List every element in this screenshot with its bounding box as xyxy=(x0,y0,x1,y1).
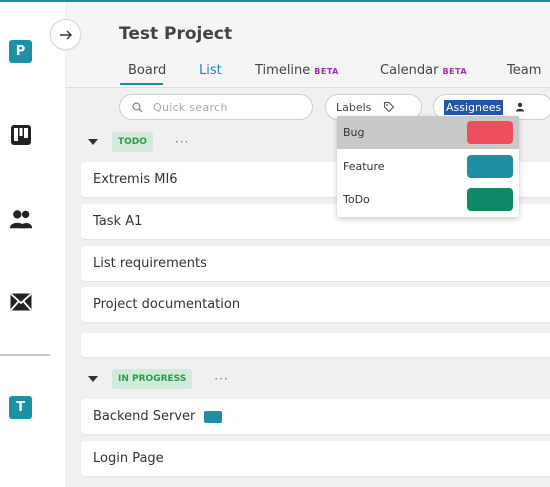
task-title: Project documentation xyxy=(93,297,241,312)
mail-icon[interactable] xyxy=(9,290,33,314)
label-color-swatch xyxy=(467,121,513,144)
task-card[interactable]: Login Page xyxy=(81,441,550,476)
beta-badge: BETA xyxy=(442,67,468,76)
rail-divider xyxy=(0,354,50,356)
tab-calendar[interactable]: Calendar BETA xyxy=(380,63,467,78)
status-badge: IN PROGRESS xyxy=(112,369,193,389)
search-icon xyxy=(132,101,143,112)
project-badge[interactable]: P xyxy=(9,40,32,63)
tab-team[interactable]: Team xyxy=(507,63,541,78)
task-title: Extremis MI6 xyxy=(93,172,178,187)
label-option-todo[interactable]: ToDo xyxy=(337,183,519,216)
task-card-empty[interactable] xyxy=(81,333,550,357)
label-option-feature[interactable]: Feature xyxy=(337,150,519,183)
page-title: Test Project xyxy=(119,24,233,44)
task-title: Login Page xyxy=(93,451,164,466)
task-title: List requirements xyxy=(93,256,207,271)
label-option-text: Feature xyxy=(343,160,385,173)
assignees-filter-label: Assignees xyxy=(444,99,504,115)
labels-dropdown: Bug Feature ToDo xyxy=(337,116,519,217)
tab-timeline[interactable]: Timeline BETA xyxy=(255,63,339,78)
team-icon[interactable] xyxy=(9,207,33,231)
tag-icon xyxy=(384,101,395,113)
label-color-swatch xyxy=(467,188,513,211)
boards-icon[interactable] xyxy=(9,123,33,147)
collapse-caret-icon[interactable] xyxy=(88,139,98,145)
task-card[interactable]: List requirements xyxy=(81,246,550,281)
label-option-text: Bug xyxy=(343,126,365,139)
section-header-in-progress: IN PROGRESS ··· xyxy=(81,368,229,390)
search-input[interactable]: Quick search xyxy=(119,94,313,120)
collapse-arrow-icon xyxy=(59,30,72,39)
tab-board[interactable]: Board xyxy=(128,63,166,78)
beta-badge: BETA xyxy=(314,67,339,76)
label-option-bug[interactable]: Bug xyxy=(337,116,519,149)
label-option-text: ToDo xyxy=(343,193,370,206)
labels-filter-label: Labels xyxy=(336,100,372,114)
label-tag xyxy=(204,410,223,423)
task-card[interactable]: Project documentation xyxy=(81,287,550,322)
section-header-todo: TODO ··· xyxy=(81,131,189,153)
more-options-icon[interactable]: ··· xyxy=(175,135,189,149)
project-header: Test Project Board List Timeline BETA Cal… xyxy=(66,2,550,88)
more-options-icon[interactable]: ··· xyxy=(214,372,228,386)
active-tab-indicator xyxy=(120,83,163,85)
task-title: Task A1 xyxy=(93,214,143,229)
collapse-caret-icon[interactable] xyxy=(88,376,98,382)
task-title: Backend Server xyxy=(93,409,196,424)
search-placeholder: Quick search xyxy=(153,100,228,114)
status-badge: TODO xyxy=(112,132,153,152)
left-rail: P T xyxy=(0,2,65,487)
tab-list[interactable]: List xyxy=(199,63,222,78)
person-icon xyxy=(516,102,525,112)
collapse-sidebar-button[interactable] xyxy=(50,19,81,50)
task-card[interactable]: Backend Server xyxy=(81,399,550,434)
team-badge[interactable]: T xyxy=(9,396,32,419)
label-color-swatch xyxy=(467,155,513,178)
